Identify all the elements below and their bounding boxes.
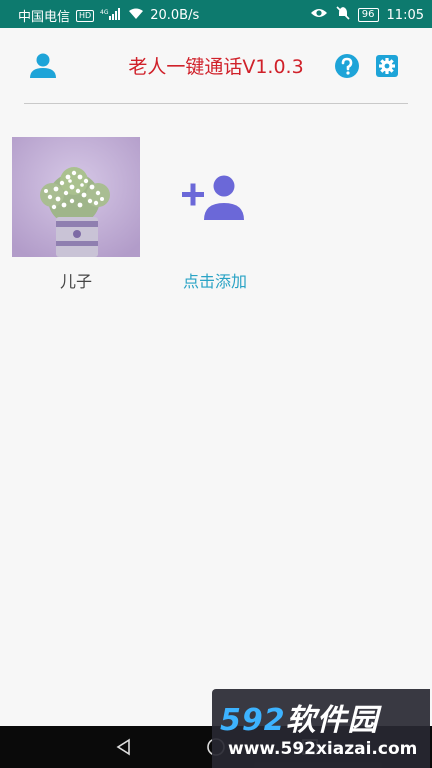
clock: 11:05 [386,7,424,23]
help-icon[interactable] [333,52,361,80]
contact-photo[interactable] [12,137,140,257]
mute-icon [336,6,350,24]
battery-icon: 96 [357,8,379,22]
add-contact-button[interactable] [150,160,280,240]
contact-name: 儿子 [59,272,92,291]
watermark-text: 软件园 [285,703,379,738]
eye-icon [310,7,328,23]
back-icon[interactable] [104,726,144,768]
gear-icon[interactable] [373,52,401,80]
status-right: 96 11:05 [310,6,424,24]
app-header: 老人一键通话V1.0.3 [0,28,432,104]
watermark-url: www.592xiazai.com [228,739,418,759]
watermark-brand: 592软件园 [220,695,379,739]
page-title: 老人一键通话V1.0.3 [128,56,304,78]
signal-icon: 4G [100,7,122,24]
wifi-icon [128,8,144,24]
carrier-label: 中国电信 [18,10,71,25]
watermark: 592软件园 www.592xiazai.com [212,689,430,768]
header-divider [24,103,408,104]
add-contact-label[interactable]: 点击添加 [150,268,280,292]
svg-text:4G: 4G [100,9,109,16]
network-speed: 20.0B/s [150,8,200,23]
hd-badge: HD [76,9,95,22]
status-left: 中国电信 HD 4G 20.0B/s [18,6,199,25]
status-bar: 中国电信 HD 4G 20.0B/s 96 11:05 [0,0,432,28]
watermark-number: 592 [220,703,286,738]
add-person-icon [182,175,248,225]
